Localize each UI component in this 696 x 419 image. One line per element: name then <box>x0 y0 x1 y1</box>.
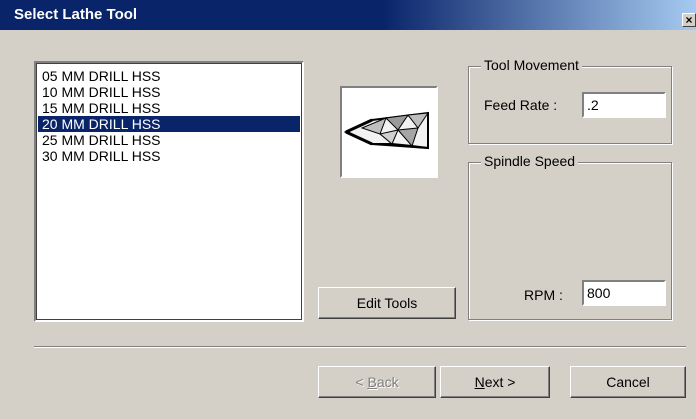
next-label-rest: ext > <box>484 374 516 390</box>
feed-rate-label: Feed Rate : <box>484 97 558 113</box>
rpm-field[interactable]: 800 <box>582 280 666 306</box>
edit-tools-label: Edit Tools <box>356 295 418 311</box>
button-separator <box>34 346 686 348</box>
drill-bit-icon <box>343 111 430 150</box>
next-mnemonic: N <box>474 374 485 390</box>
list-item[interactable]: 25 MM DRILL HSS <box>38 132 300 148</box>
list-item[interactable]: 30 MM DRILL HSS <box>38 148 300 164</box>
list-item[interactable]: 15 MM DRILL HSS <box>38 100 300 116</box>
title-bar[interactable]: Select Lathe Tool × <box>0 0 696 30</box>
feed-rate-field[interactable]: .2 <box>582 92 666 118</box>
tool-list: 05 MM DRILL HSS 10 MM DRILL HSS 15 MM DRIL… <box>36 63 302 164</box>
cancel-label: Cancel <box>606 374 650 390</box>
cancel-button[interactable]: Cancel <box>570 366 686 398</box>
spindle-speed-label: Spindle Speed <box>481 153 579 169</box>
list-item[interactable]: 10 MM DRILL HSS <box>38 84 300 100</box>
list-item[interactable]: 05 MM DRILL HSS <box>38 68 300 84</box>
back-mnemonic: B <box>367 374 377 390</box>
close-button[interactable]: × <box>682 13 696 27</box>
back-label-rest: ack <box>376 374 399 390</box>
next-button[interactable]: Next > <box>440 366 550 398</box>
back-prefix: < <box>355 374 368 390</box>
back-button[interactable]: < Back <box>318 366 436 398</box>
tool-preview <box>340 86 438 178</box>
window-title: Select Lathe Tool <box>14 6 138 23</box>
edit-tools-button[interactable]: Edit Tools <box>318 287 456 319</box>
tool-movement-label: Tool Movement <box>481 57 582 73</box>
rpm-label: RPM : <box>524 287 563 303</box>
select-lathe-tool-dialog: Select Lathe Tool × 05 MM DRILL HSS 10 MM… <box>0 0 696 419</box>
close-icon: × <box>685 13 693 27</box>
list-item[interactable]: 20 MM DRILL HSS <box>38 116 300 132</box>
tool-listbox[interactable]: 05 MM DRILL HSS 10 MM DRILL HSS 15 MM DRIL… <box>34 61 304 322</box>
